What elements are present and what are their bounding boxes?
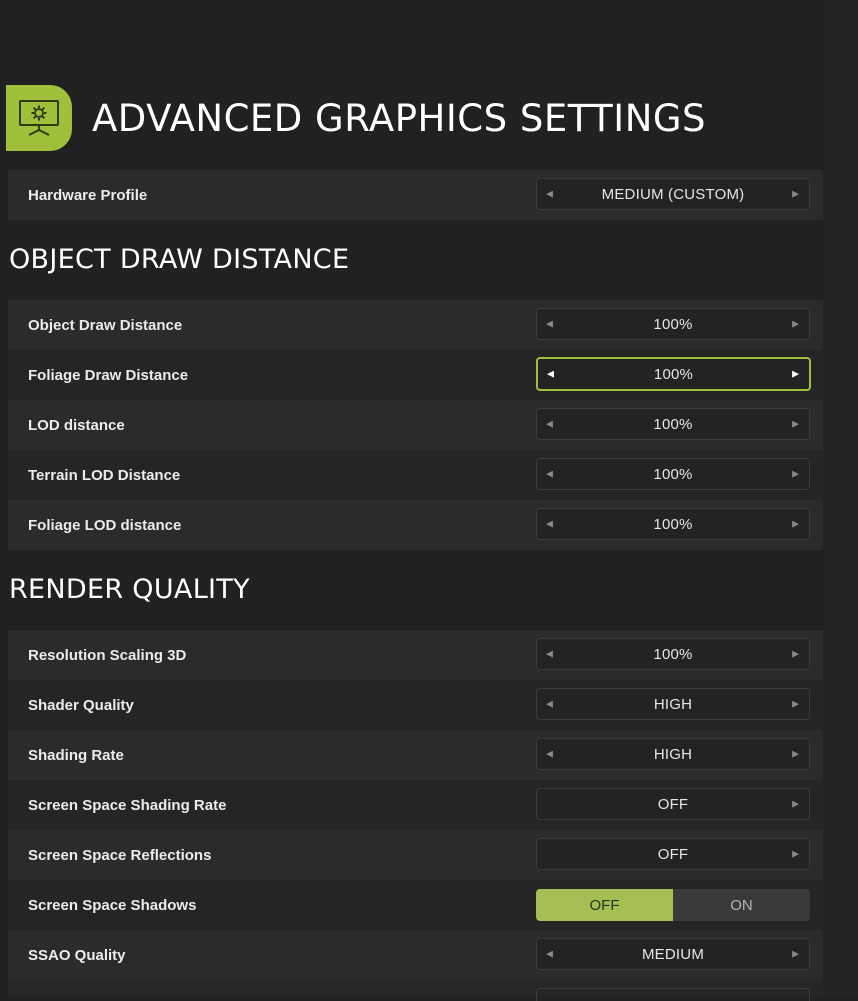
foliage-draw-distance-selector[interactable]: ◀ 100% ▶ — [536, 357, 811, 391]
setting-row-resolution-scaling-3d[interactable]: Resolution Scaling 3D ◀ 100% ▶ — [8, 630, 823, 680]
arrow-right-icon[interactable]: ▶ — [792, 749, 799, 760]
foliage-lod-distance-selector[interactable]: ◀ 100% ▶ — [536, 508, 810, 540]
setting-label: Foliage LOD distance — [28, 516, 182, 534]
setting-label: Shader Quality — [28, 696, 134, 714]
arrow-right-icon[interactable]: ▶ — [792, 469, 799, 480]
hardware-profile-panel: Hardware Profile ◀ MEDIUM (CUSTOM) ▶ — [8, 170, 823, 220]
hardware-profile-row[interactable]: Hardware Profile ◀ MEDIUM (CUSTOM) ▶ — [8, 170, 823, 220]
selector-value: HIGH — [653, 745, 693, 763]
page-title: ADVANCED GRAPHICS SETTINGS — [92, 96, 707, 140]
setting-row-screen-space-shadows[interactable]: Screen Space Shadows OFF ON — [8, 880, 823, 930]
arrow-right-icon[interactable]: ▶ — [792, 189, 799, 200]
setting-row-terrain-lod-distance[interactable]: Terrain LOD Distance ◀ 100% ▶ — [8, 450, 823, 500]
setting-label: Resolution Scaling 3D — [28, 646, 187, 664]
arrow-right-icon[interactable]: ▶ — [792, 519, 799, 530]
selector-value: OFF — [657, 795, 689, 813]
next-setting-row-partial — [8, 980, 823, 1001]
arrow-right-icon[interactable]: ▶ — [792, 799, 799, 810]
setting-row-shading-rate[interactable]: Shading Rate ◀ HIGH ▶ — [8, 730, 823, 780]
arrow-left-icon[interactable]: ◀ — [546, 949, 553, 960]
toggle-on-option[interactable]: ON — [673, 889, 810, 921]
terrain-lod-distance-selector[interactable]: ◀ 100% ▶ — [536, 458, 810, 490]
arrow-left-icon[interactable]: ◀ — [546, 419, 553, 430]
setting-label: Object Draw Distance — [28, 316, 183, 334]
arrow-left-icon[interactable]: ◀ — [546, 699, 553, 710]
arrow-right-icon[interactable]: ▶ — [792, 319, 799, 330]
selector-value: 100% — [653, 415, 693, 433]
section-title-object-draw-distance: OBJECT DRAW DISTANCE — [9, 244, 350, 275]
partial-selector — [536, 988, 810, 1001]
selector-value: 100% — [653, 645, 693, 663]
setting-row-ssao-quality[interactable]: SSAO Quality ◀ MEDIUM ▶ — [8, 930, 823, 980]
screen-space-shading-rate-selector[interactable]: OFF ▶ — [536, 788, 810, 820]
arrow-right-icon[interactable]: ▶ — [792, 699, 799, 710]
toggle-off-option[interactable]: OFF — [536, 889, 673, 921]
selector-value: 100% — [653, 465, 693, 483]
shading-rate-selector[interactable]: ◀ HIGH ▶ — [536, 738, 810, 770]
render-quality-panel: Resolution Scaling 3D ◀ 100% ▶ Shader Qu… — [8, 630, 823, 980]
section-title-render-quality: RENDER QUALITY — [9, 574, 250, 605]
screen-space-shadows-toggle[interactable]: OFF ON — [536, 889, 810, 921]
setting-label: Terrain LOD Distance — [28, 466, 181, 484]
arrow-right-icon[interactable]: ▶ — [792, 949, 799, 960]
setting-row-foliage-lod-distance[interactable]: Foliage LOD distance ◀ 100% ▶ — [8, 500, 823, 550]
arrow-left-icon[interactable]: ◀ — [547, 369, 554, 380]
setting-row-lod-distance[interactable]: LOD distance ◀ 100% ▶ — [8, 400, 823, 450]
screen-space-reflections-selector[interactable]: OFF ▶ — [536, 838, 810, 870]
arrow-right-icon[interactable]: ▶ — [792, 369, 799, 380]
setting-label: LOD distance — [28, 416, 125, 434]
setting-row-shader-quality[interactable]: Shader Quality ◀ HIGH ▶ — [8, 680, 823, 730]
arrow-left-icon[interactable]: ◀ — [546, 519, 553, 530]
monitor-gear-icon — [6, 85, 72, 151]
arrow-left-icon[interactable]: ◀ — [546, 469, 553, 480]
object-draw-distance-panel: Object Draw Distance ◀ 100% ▶ Foliage Dr… — [8, 300, 823, 550]
lod-distance-selector[interactable]: ◀ 100% ▶ — [536, 408, 810, 440]
selector-value: 100% — [653, 365, 694, 383]
selector-value: 100% — [653, 515, 693, 533]
arrow-left-icon[interactable]: ◀ — [546, 319, 553, 330]
setting-row-foliage-draw-distance[interactable]: Foliage Draw Distance ◀ 100% ▶ — [8, 350, 823, 400]
setting-label: Screen Space Reflections — [28, 846, 212, 864]
setting-label: Foliage Draw Distance — [28, 366, 189, 384]
arrow-right-icon[interactable]: ▶ — [792, 649, 799, 660]
arrow-left-icon[interactable]: ◀ — [546, 749, 553, 760]
setting-label: Hardware Profile — [28, 186, 148, 204]
object-draw-distance-selector[interactable]: ◀ 100% ▶ — [536, 308, 810, 340]
arrow-left-icon[interactable]: ◀ — [546, 189, 553, 200]
ssao-quality-selector[interactable]: ◀ MEDIUM ▶ — [536, 938, 810, 970]
setting-label: Screen Space Shadows — [28, 896, 197, 914]
arrow-right-icon[interactable]: ▶ — [792, 849, 799, 860]
selector-value: HIGH — [653, 695, 693, 713]
page-header: ADVANCED GRAPHICS SETTINGS — [6, 85, 846, 151]
shader-quality-selector[interactable]: ◀ HIGH ▶ — [536, 688, 810, 720]
resolution-scaling-selector[interactable]: ◀ 100% ▶ — [536, 638, 810, 670]
selector-value: 100% — [653, 315, 693, 333]
setting-row-screen-space-shading-rate[interactable]: Screen Space Shading Rate OFF ▶ — [8, 780, 823, 830]
setting-label: Screen Space Shading Rate — [28, 796, 227, 814]
selector-value: MEDIUM — [641, 945, 705, 963]
setting-label: SSAO Quality — [28, 946, 126, 964]
hardware-profile-selector[interactable]: ◀ MEDIUM (CUSTOM) ▶ — [536, 178, 810, 210]
selector-value: MEDIUM (CUSTOM) — [601, 185, 745, 203]
arrow-left-icon[interactable]: ◀ — [546, 649, 553, 660]
arrow-right-icon[interactable]: ▶ — [792, 419, 799, 430]
setting-row-screen-space-reflections[interactable]: Screen Space Reflections OFF ▶ — [8, 830, 823, 880]
selector-value: OFF — [657, 845, 689, 863]
setting-label: Shading Rate — [28, 746, 124, 764]
setting-row-object-draw-distance[interactable]: Object Draw Distance ◀ 100% ▶ — [8, 300, 823, 350]
